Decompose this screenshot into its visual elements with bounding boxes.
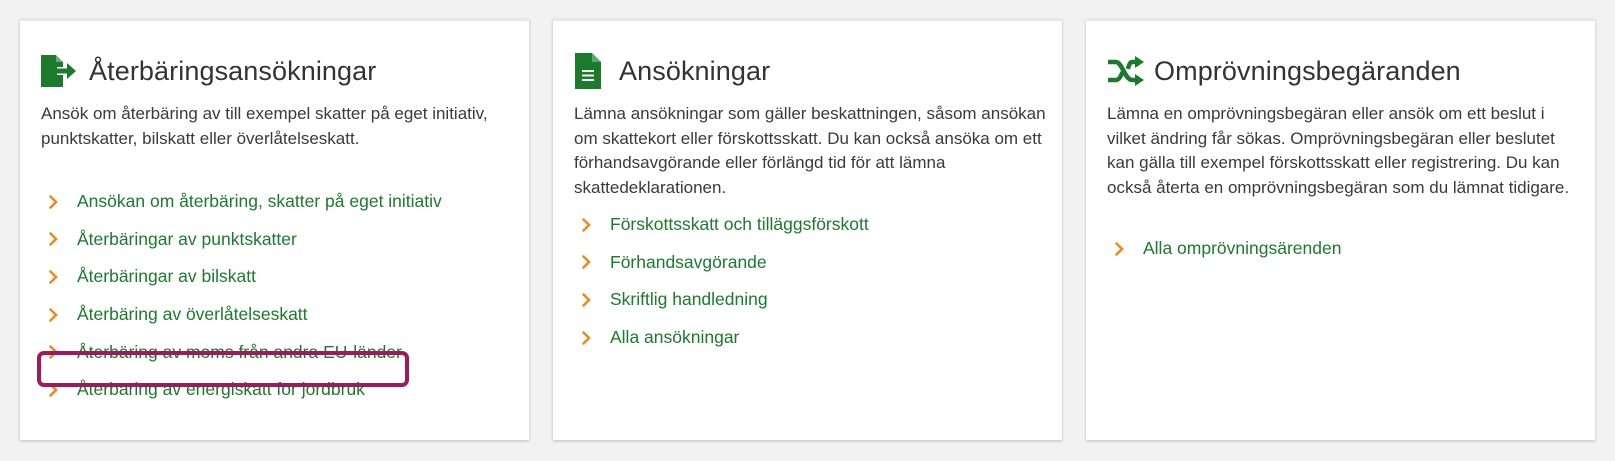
list-item: Ansökan om återbäring, skatter på eget i…	[41, 183, 442, 221]
link-written-guidance[interactable]: Skriftlig handledning	[610, 289, 768, 310]
card-header: Omprövningsbegäranden	[1107, 51, 1461, 91]
link-all-applications[interactable]: Alla ansökningar	[610, 327, 739, 348]
chevron-right-icon	[574, 293, 610, 307]
list-item: Återbäring av energiskatt för jordbruk	[41, 371, 442, 409]
link-prepayment-tax[interactable]: Förskottsskatt och tilläggsförskott	[610, 214, 869, 235]
card-header: Ansökningar	[574, 51, 770, 91]
list-item: Skriftlig handledning	[574, 281, 869, 319]
card-grid: Återbäringsansökningar Ansök om återbäri…	[20, 19, 1595, 440]
chevron-right-icon	[41, 194, 77, 209]
chevron-right-icon	[41, 270, 77, 284]
link-vehicle-tax-refunds[interactable]: Återbäringar av bilskatt	[77, 266, 256, 287]
card-title: Omprövningsbegäranden	[1154, 55, 1461, 86]
link-excise-refunds[interactable]: Återbäringar av punktskatter	[77, 229, 297, 250]
link-all-reconsideration-cases[interactable]: Alla omprövningsärenden	[1143, 238, 1341, 259]
card-description: Ansök om återbäring av till exempel skat…	[41, 104, 488, 148]
card-applications: Ansökningar Lämna ansökningar som gäller…	[553, 19, 1062, 440]
link-agriculture-energy-tax-refund[interactable]: Återbäring av energiskatt för jordbruk	[77, 379, 365, 400]
list-item: Återbäring av överlåtelseskatt	[41, 296, 442, 334]
chevron-right-icon	[574, 217, 610, 232]
link-list: Förskottsskatt och tilläggsförskott Förh…	[574, 206, 869, 356]
chevron-right-icon	[574, 330, 610, 345]
link-eu-vat-refund[interactable]: Återbäring av moms från andra EU-länder	[77, 342, 402, 363]
list-item: Återbäringar av bilskatt	[41, 258, 442, 296]
chevron-right-icon	[41, 307, 77, 322]
chevron-right-icon	[1107, 241, 1143, 256]
list-item: Återbäringar av punktskatter	[41, 221, 442, 259]
list-item: Förskottsskatt och tilläggsförskott	[574, 206, 869, 244]
link-list: Ansökan om återbäring, skatter på eget i…	[41, 183, 442, 409]
chevron-right-icon	[41, 382, 77, 397]
link-transfer-tax-refund[interactable]: Återbäring av överlåtelseskatt	[77, 304, 308, 325]
chevron-right-icon	[41, 232, 77, 247]
link-advance-ruling[interactable]: Förhandsavgörande	[610, 252, 767, 273]
file-export-icon	[41, 51, 81, 91]
card-description: Lämna ansökningar som gäller beskattning…	[574, 104, 1046, 198]
list-item: Alla omprövningsärenden	[1107, 230, 1341, 268]
chevron-right-icon	[574, 255, 610, 270]
chevron-right-icon	[41, 345, 77, 359]
link-refund-own-initiative[interactable]: Ansökan om återbäring, skatter på eget i…	[77, 191, 442, 212]
list-item: Återbäring av moms från andra EU-länder	[41, 333, 442, 371]
list-item: Förhandsavgörande	[574, 244, 869, 282]
list-item: Alla ansökningar	[574, 319, 869, 357]
card-description: Lämna en omprövningsbegäran eller ansök …	[1107, 104, 1570, 198]
card-title: Återbäringsansökningar	[89, 55, 377, 86]
shuffle-icon	[1107, 51, 1147, 91]
card-title: Ansökningar	[619, 55, 771, 86]
card-refund-applications: Återbäringsansökningar Ansök om återbäri…	[20, 19, 529, 440]
card-reconsideration-requests: Omprövningsbegäranden Lämna en omprövnin…	[1086, 19, 1595, 440]
link-list: Alla omprövningsärenden	[1107, 230, 1341, 268]
document-icon	[574, 51, 614, 91]
card-header: Återbäringsansökningar	[41, 51, 376, 91]
